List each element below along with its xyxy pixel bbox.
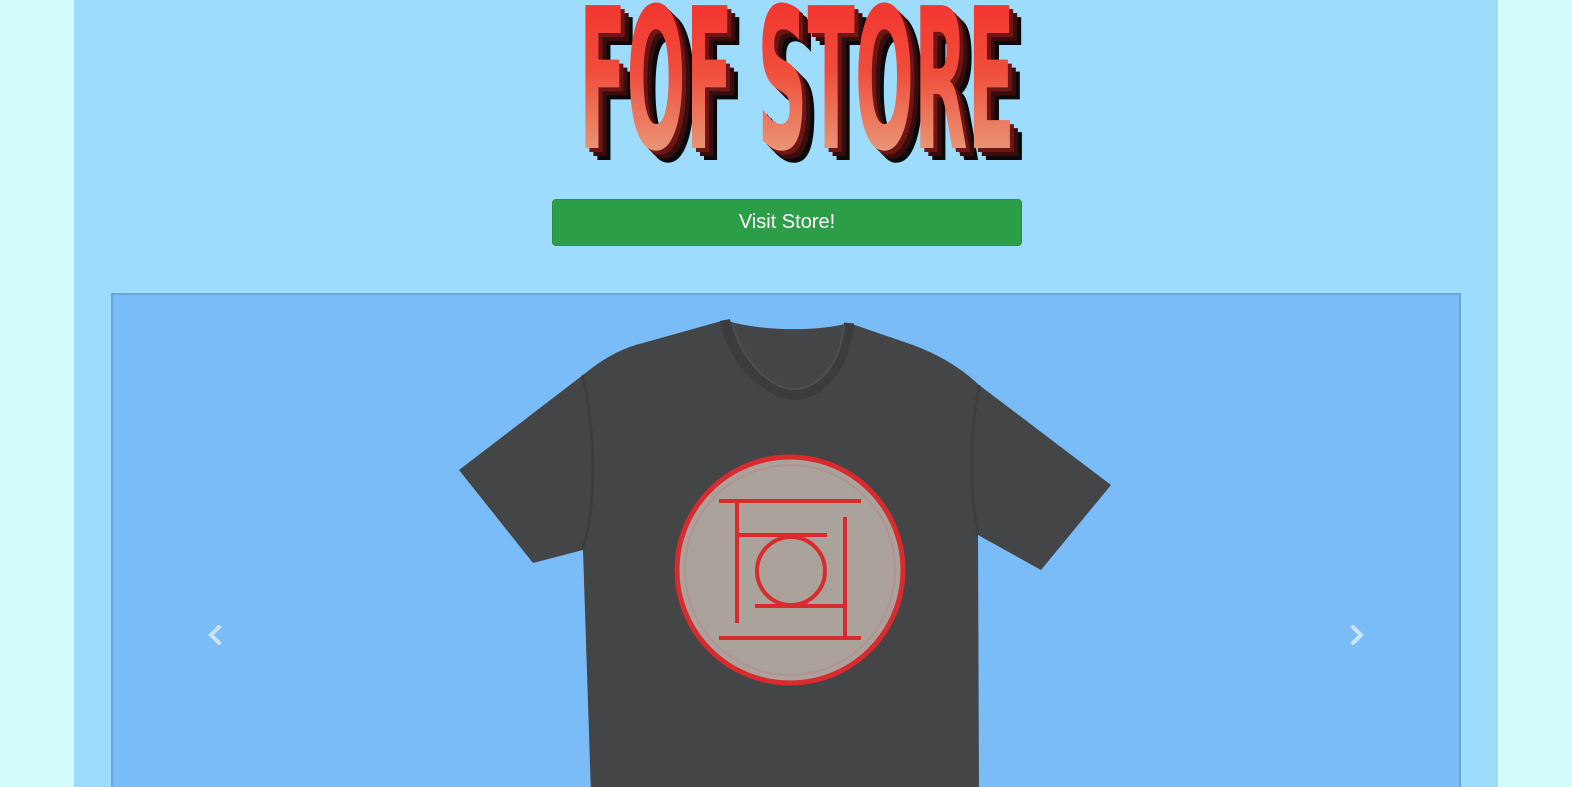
carousel-prev-button[interactable]: chevron-left-icon: [195, 615, 235, 655]
store-logo-svg: FOF STORE FOF STORE FOF STORE FOF STORE: [579, 0, 1027, 175]
store-page: FOF STORE FOF STORE FOF STORE FOF STORE …: [74, 0, 1498, 787]
fof-emblem: [674, 454, 906, 686]
chevron-right-icon: [1350, 625, 1364, 645]
tshirt-slide-image: [459, 318, 1111, 787]
chevron-left-icon: [208, 625, 222, 645]
store-logo: FOF STORE FOF STORE FOF STORE FOF STORE: [568, 0, 1038, 175]
logo-text: FOF STORE: [579, 0, 1015, 175]
product-carousel: chevron-left-icon chevron-right-icon: [111, 293, 1461, 787]
carousel-next-button[interactable]: chevron-right-icon: [1337, 615, 1377, 655]
visit-store-button[interactable]: Visit Store!: [552, 199, 1022, 246]
